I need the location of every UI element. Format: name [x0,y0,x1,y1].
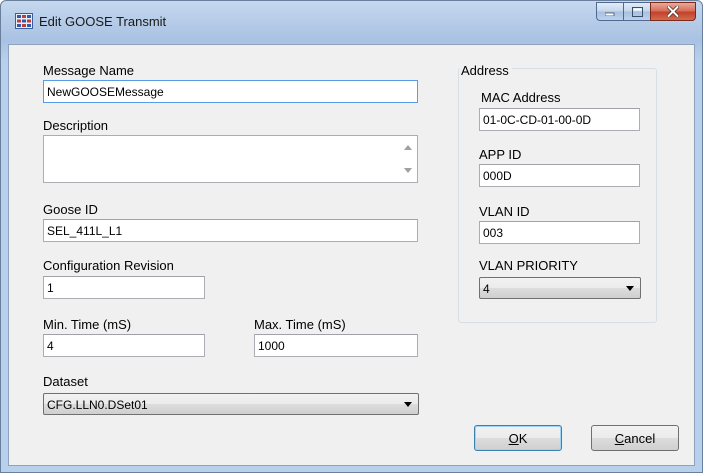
close-icon [667,6,679,17]
maximize-icon [631,6,643,17]
config-revision-input[interactable]: 1 [43,276,205,299]
title-bar[interactable]: Edit GOOSE Transmit [1,1,702,39]
dialog-client-area: Message Name NewGOOSEMessage Description… [8,44,695,466]
vlan-priority-selected: 4 [483,282,490,296]
mac-address-label: MAC Address [481,90,561,105]
cancel-mnemonic: C [614,430,625,446]
message-name-label: Message Name [43,63,135,78]
address-group-label: Address [460,63,512,78]
dataset-label: Dataset [43,374,88,389]
minimize-button[interactable] [596,2,623,21]
close-button[interactable] [650,2,696,21]
description-label: Description [43,118,109,133]
cancel-label-rest: ancel [624,430,656,446]
maximize-button[interactable] [623,2,650,21]
max-time-input[interactable]: 1000 [254,334,418,357]
dataset-selected: CFG.LLN0.DSet01 [47,398,148,412]
mac-address-input[interactable]: 01-0C-CD-01-00-0D [479,108,640,131]
goose-id-input[interactable]: SEL_411L_L1 [43,219,418,242]
goose-id-label: Goose ID [43,202,98,217]
minimize-icon [605,12,615,16]
vlan-priority-label: VLAN PRIORITY [479,258,578,273]
app-id-label: APP ID [479,147,522,162]
max-time-label: Max. Time (mS) [254,317,346,332]
vlan-id-input[interactable]: 003 [479,221,640,244]
config-revision-label: Configuration Revision [43,258,174,273]
description-textarea[interactable] [43,135,418,183]
min-time-label: Min. Time (mS) [43,317,132,332]
scroll-down-icon[interactable] [404,168,412,173]
message-name-input[interactable]: NewGOOSEMessage [43,80,418,103]
scroll-up-icon[interactable] [404,145,412,150]
chevron-down-icon [626,286,634,291]
chevron-down-icon [404,402,412,407]
min-time-input[interactable]: 4 [43,334,205,357]
app-grid-icon [15,13,33,29]
ok-button[interactable]: OK [474,425,562,451]
cancel-button[interactable]: Cancel [591,425,679,451]
vlan-id-label: VLAN ID [479,204,530,219]
vlan-priority-dropdown[interactable]: 4 [479,277,641,299]
app-id-input[interactable]: 000D [479,164,640,187]
window-title: Edit GOOSE Transmit [39,14,167,29]
edit-goose-transmit-window: Edit GOOSE Transmit Message Name NewGOOS… [0,0,703,473]
ok-label-rest: K [518,430,528,446]
dataset-dropdown[interactable]: CFG.LLN0.DSet01 [43,393,419,415]
description-scrollbar[interactable] [400,136,417,182]
caption-buttons [596,2,696,22]
ok-mnemonic: O [508,430,519,446]
